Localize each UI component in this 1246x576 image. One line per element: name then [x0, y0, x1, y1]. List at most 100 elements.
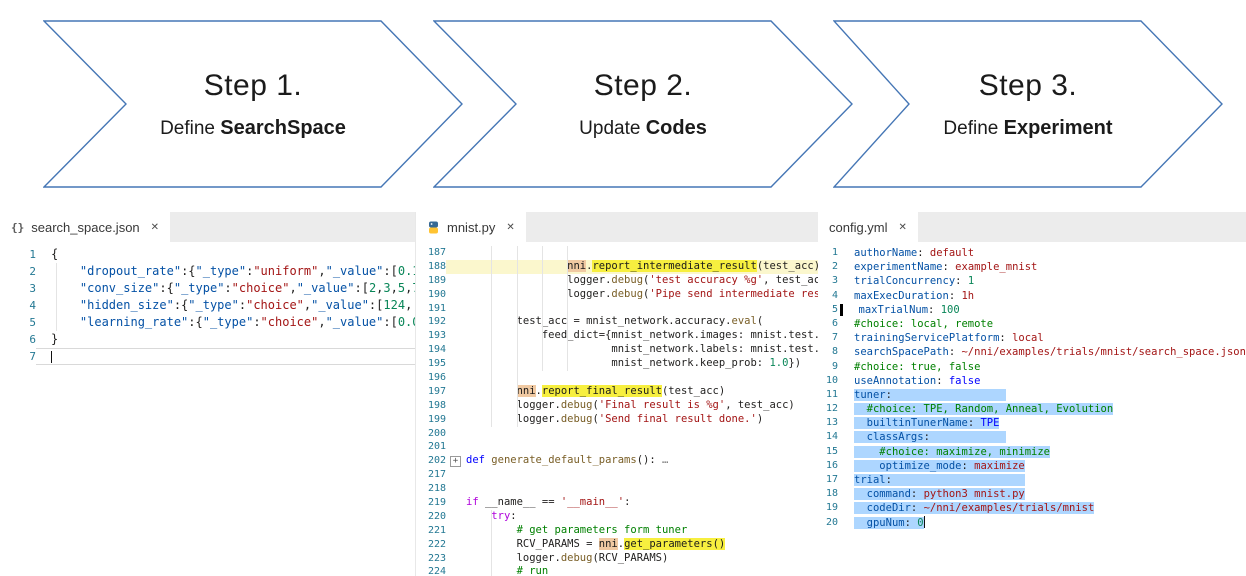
code-line: 217	[416, 468, 818, 482]
code-area-mnist[interactable]: 187188 nni.report_intermediate_result(te…	[416, 242, 818, 576]
code-line: 192 test_acc = mnist_network.accuracy.ev…	[416, 315, 818, 329]
code-line: 7	[0, 348, 415, 365]
line-number: 1	[818, 246, 838, 260]
code-line: 187	[416, 246, 818, 260]
line-number: 2	[818, 260, 838, 274]
code-line: 20 gpuNum: 0	[818, 516, 1246, 530]
code-line: 6}	[0, 331, 415, 348]
line-number: 218	[416, 482, 446, 496]
code-line: 222 RCV_PARAMS = nni.get_parameters()	[416, 538, 818, 552]
line-number: 4	[818, 289, 838, 303]
code-line: 14 classArgs:	[818, 430, 1246, 444]
code-line: 3 "conv_size":{"_type":"choice","_value"…	[0, 280, 415, 297]
json-file-icon: {}	[11, 221, 24, 234]
python-file-icon	[427, 221, 440, 234]
code-line: 5 "learning_rate":{"_type":"choice","_va…	[0, 314, 415, 331]
indent-guide	[491, 510, 492, 576]
code-line: 6#choice: local, remote	[818, 317, 1246, 331]
line-number: 12	[818, 402, 838, 416]
line-number: 190	[416, 288, 446, 302]
close-tab-icon[interactable]: ✕	[899, 222, 907, 233]
code-line: 202+def generate_default_params(): …	[416, 454, 818, 468]
code-line: 223 logger.debug(RCV_PARAMS)	[416, 552, 818, 566]
steps-banner: Step 1. Define SearchSpace Step 2. Updat…	[0, 20, 1246, 188]
code-line: 188 nni.report_intermediate_result(test_…	[416, 260, 818, 274]
code-line: 200	[416, 427, 818, 441]
code-line: 4maxExecDuration: 1h	[818, 289, 1246, 303]
step-subtitle-prefix: Define	[943, 118, 1003, 139]
indent-guide	[517, 246, 518, 427]
line-number: 11	[818, 388, 838, 402]
code-line: 2experimentName: example_mnist	[818, 260, 1246, 274]
step-1-text: Step 1. Define SearchSpace	[43, 20, 463, 188]
code-line: 193 feed_dict={mnist_network.images: mni…	[416, 329, 818, 343]
tab-search-space-json[interactable]: {} search_space.json ✕	[0, 212, 170, 242]
line-number: 219	[416, 496, 446, 510]
line-number: 223	[416, 552, 446, 566]
line-number: 222	[416, 538, 446, 552]
tab-config-yml[interactable]: config.yml ✕	[818, 212, 918, 242]
close-tab-icon[interactable]: ✕	[151, 222, 159, 233]
line-number: 7	[0, 348, 36, 365]
line-number: 194	[416, 343, 446, 357]
code-line: 199 logger.debug('Send final result done…	[416, 413, 818, 427]
step-2-chevron: Step 2. Update Codes	[433, 20, 853, 188]
code-line: 3trialConcurrency: 1	[818, 274, 1246, 288]
step-subtitle: Update Codes	[579, 117, 707, 140]
line-number: 16	[818, 459, 838, 473]
code-area-config[interactable]: 1authorName: default2experimentName: exa…	[818, 242, 1246, 530]
code-line: 189 logger.debug('test accuracy %g', tes…	[416, 274, 818, 288]
line-number: 196	[416, 371, 446, 385]
line-number: 9	[818, 360, 838, 374]
code-line: 201	[416, 440, 818, 454]
line-number: 193	[416, 329, 446, 343]
editor-mnist-py: mnist.py ✕ 187188 nni.report_intermediat…	[415, 212, 818, 576]
step-title: Step 1.	[204, 69, 303, 103]
indent-guide	[491, 246, 492, 427]
line-number: 2	[0, 263, 36, 280]
code-line: 12 #choice: TPE, Random, Anneal, Evoluti…	[818, 402, 1246, 416]
step-subtitle-prefix: Define	[160, 118, 220, 139]
line-number: 15	[818, 445, 838, 459]
line-number: 3	[0, 280, 36, 297]
step-3-chevron: Step 3. Define Experiment	[833, 20, 1223, 188]
line-number: 3	[818, 274, 838, 288]
line-number: 8	[818, 345, 838, 359]
line-number: 7	[818, 331, 838, 345]
tab-bar: mnist.py ✕	[416, 212, 818, 242]
line-number: 5	[818, 303, 838, 317]
code-line: 224 # run	[416, 565, 818, 576]
tab-mnist-py[interactable]: mnist.py ✕	[416, 212, 526, 242]
line-number: 188	[416, 260, 446, 274]
code-line: 18 command: python3 mnist.py	[818, 487, 1246, 501]
line-number: 1	[0, 246, 36, 263]
close-tab-icon[interactable]: ✕	[506, 222, 514, 233]
line-number: 199	[416, 413, 446, 427]
code-line: 198 logger.debug('Final result is %g', t…	[416, 399, 818, 413]
line-number: 187	[416, 246, 446, 260]
step-subtitle: Define Experiment	[943, 117, 1112, 140]
code-line: 17trial:	[818, 473, 1246, 487]
tab-bar: {} search_space.json ✕	[0, 212, 415, 242]
line-number: 6	[0, 331, 36, 348]
step-title: Step 2.	[594, 69, 693, 103]
tab-bar: config.yml ✕	[818, 212, 1246, 242]
line-number: 217	[416, 468, 446, 482]
page: Step 1. Define SearchSpace Step 2. Updat…	[0, 0, 1246, 576]
line-number: 200	[416, 427, 446, 441]
code-line: 219if __name__ == '__main__':	[416, 496, 818, 510]
line-number: 10	[818, 374, 838, 388]
line-number: 6	[818, 317, 838, 331]
editor-search-space-json: {} search_space.json ✕ 1{2 "dropout_rate…	[0, 212, 415, 380]
step-subtitle-prefix: Update	[579, 118, 646, 139]
line-number: 192	[416, 315, 446, 329]
code-line: 7trainingServicePlatform: local	[818, 331, 1246, 345]
step-3-text: Step 3. Define Experiment	[833, 20, 1223, 188]
line-number: 4	[0, 297, 36, 314]
code-line: 190 logger.debug('Pipe send intermediate…	[416, 288, 818, 302]
text-cursor	[51, 351, 52, 363]
editor-config-yml: config.yml ✕ 1authorName: default2experi…	[818, 212, 1246, 576]
tab-label: search_space.json	[31, 220, 139, 235]
indent-guide	[56, 263, 57, 331]
code-area-search-space[interactable]: 1{2 "dropout_rate":{"_type":"uniform","_…	[0, 242, 415, 365]
